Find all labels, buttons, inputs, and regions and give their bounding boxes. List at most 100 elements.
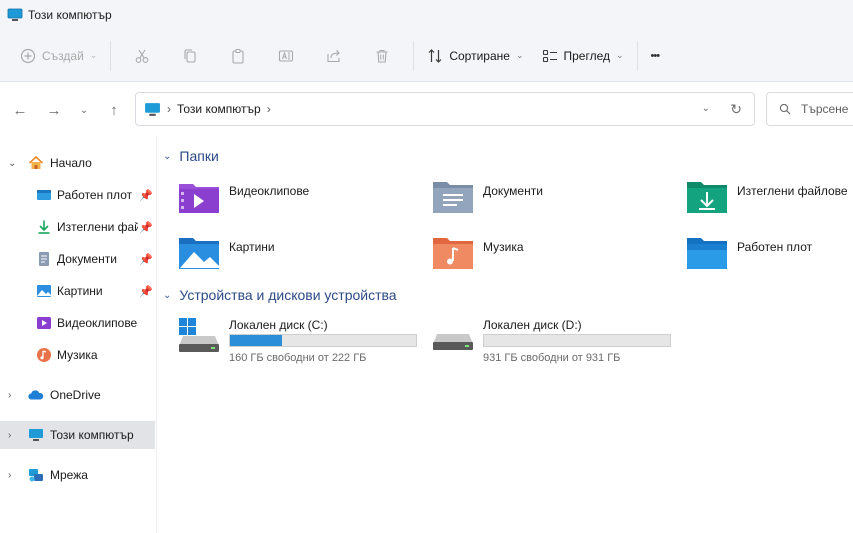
refresh-icon[interactable]: ↻ (730, 101, 742, 118)
pictures-icon (37, 285, 51, 297)
sidebar-item-desktop[interactable]: Работен плот 📌 (0, 181, 155, 209)
drive-usage-bar (229, 334, 417, 347)
chevron-right-icon[interactable]: › (8, 430, 11, 441)
chevron-down-icon: ⌄ (79, 104, 89, 116)
sidebar-item-network[interactable]: › Мрежа (0, 461, 155, 489)
chevron-down-icon: ⌄ (163, 289, 172, 301)
breadcrumb-separator[interactable]: › (267, 102, 271, 116)
sidebar-item-home[interactable]: ⌄ Начало (0, 149, 155, 177)
windows-drive-icon (179, 318, 219, 352)
chevron-down-icon: ⌄ (515, 50, 524, 60)
folder-label: Картини (229, 240, 275, 254)
delete-icon (376, 49, 388, 63)
sidebar-item-label: Видеоклипове (57, 316, 138, 330)
sidebar-item-pictures[interactable]: Картини 📌 (0, 277, 155, 305)
view-button-label: Преглед (563, 48, 611, 63)
sidebar-item-label: Работен плот (57, 188, 133, 202)
forward-button[interactable]: → (44, 100, 64, 120)
chevron-right-icon[interactable]: › (8, 470, 11, 481)
pin-icon[interactable]: 📌 (139, 221, 153, 234)
drives-section-header[interactable]: ⌄ Устройства и дискови устройства (163, 287, 397, 303)
toolbar-divider (413, 40, 415, 71)
window-title: Този компютър (28, 8, 112, 22)
delete-button[interactable] (358, 40, 406, 72)
drive-free-space: 160 ГБ свободни от 222 ГБ (229, 352, 367, 364)
recent-locations-button[interactable]: ⌄ (74, 100, 94, 120)
documents-folder-icon (433, 182, 473, 213)
folder-videos[interactable]: Видеоклипове (177, 176, 417, 220)
sidebar-item-label: Картини (57, 284, 103, 298)
new-button-label: Създай (42, 48, 84, 63)
up-button[interactable]: ↑ (104, 100, 124, 120)
pin-icon[interactable]: 📌 (139, 189, 153, 202)
search-input[interactable]: Търсене (766, 92, 853, 126)
address-row: ← → ⌄ ↑ › Този компютър › ⌄ ↻ Търсене (0, 82, 853, 136)
downloads-icon (38, 220, 50, 234)
section-title: Папки (179, 148, 219, 164)
chevron-right-icon[interactable]: › (8, 390, 11, 401)
folder-label: Работен плот (737, 240, 813, 254)
sidebar-item-music[interactable]: Музика (0, 341, 155, 369)
sidebar-item-downloads[interactable]: Изтеглени фай 📌 (0, 213, 155, 241)
arrow-up-icon: ↑ (110, 101, 118, 119)
address-bar[interactable]: › Този компютър › ⌄ ↻ (135, 92, 755, 126)
sidebar-item-videos[interactable]: Видеоклипове (0, 309, 155, 337)
folder-documents[interactable]: Документи (431, 176, 671, 220)
share-button[interactable] (310, 40, 358, 72)
pictures-folder-icon (179, 238, 219, 269)
network-icon (29, 469, 43, 482)
cut-icon (135, 49, 149, 63)
chevron-down-icon: ⌄ (616, 50, 624, 60)
onedrive-icon (28, 390, 44, 400)
sort-button-label: Сортиране (449, 48, 510, 63)
folder-label: Музика (483, 240, 524, 254)
view-button[interactable]: Преглед ⌄ (536, 40, 630, 72)
drive-name: Локален диск (C:) (229, 318, 328, 332)
folder-label: Документи (483, 184, 543, 198)
section-title: Устройства и дискови устройства (179, 287, 397, 303)
sort-icon (428, 48, 442, 63)
chevron-down-icon: ⌄ (89, 50, 98, 60)
folders-section-header[interactable]: ⌄ Папки (163, 148, 219, 164)
drive-usage-fill (230, 335, 283, 346)
paste-button[interactable] (214, 40, 262, 72)
folder-desktop[interactable]: Работен плот (685, 232, 853, 276)
drive-name: Локален диск (D:) (483, 318, 582, 332)
arrow-left-icon: ← (12, 101, 28, 119)
folder-music[interactable]: Музика (431, 232, 671, 276)
drive-c[interactable]: Локален диск (C:) 160 ГБ свободни от 222… (177, 316, 427, 366)
this-pc-icon (145, 102, 160, 116)
downloads-folder-icon (687, 182, 727, 213)
new-button[interactable]: Създай ⌄ (14, 40, 103, 72)
copy-button[interactable] (166, 40, 214, 72)
sort-button[interactable]: Сортиране ⌄ (421, 40, 529, 72)
folder-pictures[interactable]: Картини (177, 232, 417, 276)
drive-d[interactable]: Локален диск (D:) 931 ГБ свободни от 931… (431, 316, 681, 366)
rename-button[interactable] (262, 40, 310, 72)
toolbar-divider (636, 40, 638, 71)
sidebar-item-label: Документи (57, 252, 117, 266)
documents-icon (39, 252, 49, 266)
arrow-right-icon: → (46, 101, 62, 119)
more-options-button[interactable]: ••• (645, 40, 666, 72)
sidebar-item-this-pc[interactable]: › Този компютър (0, 421, 155, 449)
breadcrumb-separator: › (167, 102, 171, 116)
pin-icon[interactable]: 📌 (139, 285, 153, 298)
sidebar-item-label: Изтеглени фай (57, 220, 138, 234)
desktop-folder-icon (687, 238, 727, 269)
sidebar-item-documents[interactable]: Документи 📌 (0, 245, 155, 273)
chevron-down-icon[interactable]: ⌄ (702, 103, 710, 114)
back-button[interactable]: ← (10, 100, 30, 120)
pin-icon[interactable]: 📌 (139, 253, 153, 266)
breadcrumb-this-pc[interactable]: Този компютър (177, 102, 261, 116)
this-pc-icon (29, 429, 43, 441)
sidebar-item-onedrive[interactable]: › OneDrive (0, 381, 155, 409)
sidebar-item-label: OneDrive (50, 388, 101, 402)
home-icon (28, 155, 44, 169)
cut-button[interactable] (118, 40, 166, 72)
copy-icon (184, 48, 196, 63)
command-bar: Създай ⌄ Сортиране ⌄ Преглед ⌄ ••• (0, 30, 853, 82)
drive-icon (433, 334, 473, 350)
chevron-down-icon[interactable]: ⌄ (8, 158, 16, 169)
folder-downloads[interactable]: Изтеглени файлове (685, 176, 853, 220)
